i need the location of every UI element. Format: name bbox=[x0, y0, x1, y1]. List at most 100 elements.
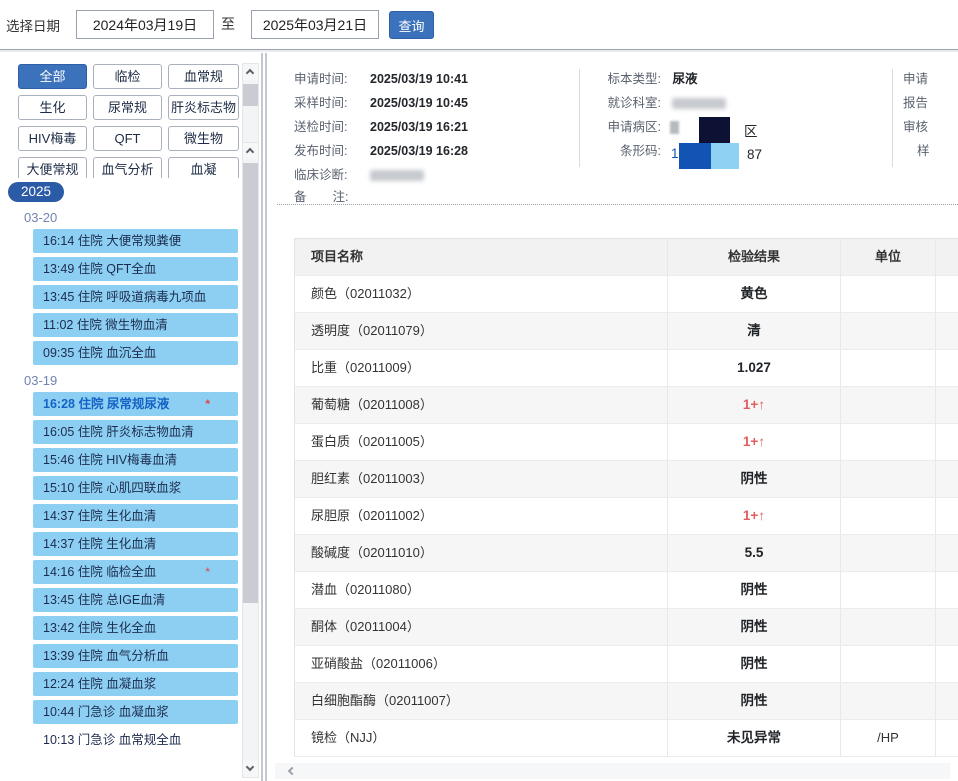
meta-divider-1 bbox=[579, 69, 580, 167]
table-row: 潜血（02011080）阴性 bbox=[295, 572, 958, 609]
date-range-label: 选择日期 bbox=[6, 15, 60, 35]
table-row: 酸碱度（02011010）5.5 bbox=[295, 535, 958, 572]
report-list-item[interactable]: 10:13 门急诊 血常规全血 bbox=[33, 728, 238, 752]
column-header-extra bbox=[935, 239, 958, 275]
table-row: 尿胆原（02011002）1+↑ bbox=[295, 498, 958, 535]
category-button[interactable]: 血常规 bbox=[168, 64, 239, 89]
unit-cell bbox=[840, 461, 935, 497]
scroll-left-icon[interactable] bbox=[288, 767, 296, 775]
lab-report-viewer: 选择日期 至 查询 全部临检血常规生化尿常规肝炎标志物HIV梅毒QFT微生物大便… bbox=[0, 0, 958, 781]
redaction-block-blue bbox=[679, 143, 711, 169]
sidebar: 全部临检血常规生化尿常规肝炎标志物 HIV梅毒QFT微生物大便常规血气分析血凝 2… bbox=[0, 53, 262, 781]
meta-row: 申请时间:2025/03/19 10:41 bbox=[294, 67, 579, 91]
report-meta-specimen: 标本类型: 尿液 就诊科室: 申请病区: 条形码: 区 1 87 bbox=[597, 67, 887, 163]
report-list-item[interactable]: 14:37 住院 生化血清 bbox=[33, 504, 238, 528]
report-list-item[interactable]: 16:28 住院 尿常规尿液* bbox=[33, 392, 238, 416]
redaction-block-lightblue bbox=[711, 143, 739, 169]
meta-label: 采样时间: bbox=[294, 91, 362, 115]
year-badge[interactable]: 2025 bbox=[8, 182, 64, 202]
scroll-down-icon[interactable] bbox=[243, 761, 258, 777]
scroll-up-icon[interactable] bbox=[243, 64, 258, 80]
date-list-scrollbar[interactable] bbox=[242, 142, 259, 778]
table-row: 蛋白质（02011005）1+↑ bbox=[295, 424, 958, 461]
result-cell: 未见异常 bbox=[667, 720, 840, 756]
query-button[interactable]: 查询 bbox=[389, 11, 434, 39]
report-date-tree: 2025 03-20 16:14 住院 大便常规粪便 13:49 住院 QFT全血 1… bbox=[0, 180, 240, 781]
category-button[interactable]: HIV梅毒 bbox=[18, 126, 87, 151]
table-row: 白细胞酯酶（02011007）阴性 bbox=[295, 683, 958, 720]
abnormal-star-icon: * bbox=[205, 392, 210, 416]
report-list-item[interactable]: 16:05 住院 肝炎标志物血清 bbox=[33, 420, 238, 444]
report-list-item[interactable]: 12:24 住院 血凝血浆 bbox=[33, 672, 238, 696]
unit-cell bbox=[840, 498, 935, 534]
meta-value: 2025/03/19 10:45 bbox=[370, 96, 468, 110]
report-list-item[interactable]: 15:10 住院 心肌四联血浆 bbox=[33, 476, 238, 500]
category-button[interactable]: 血凝 bbox=[168, 157, 239, 178]
report-list-item[interactable]: 13:45 住院 总IGE血清 bbox=[33, 588, 238, 612]
category-button[interactable]: 微生物 bbox=[168, 126, 239, 151]
result-cell: 清 bbox=[667, 313, 840, 349]
ward-value-suffix: 区 bbox=[744, 120, 758, 140]
unit-cell bbox=[840, 646, 935, 682]
meta-value: 2025/03/19 16:21 bbox=[370, 120, 468, 134]
date-list-scrollbar-thumb[interactable] bbox=[243, 163, 258, 603]
item-name-cell: 颜色（02011032） bbox=[295, 276, 667, 312]
category-button[interactable]: 生化 bbox=[18, 95, 87, 120]
report-list-item[interactable]: 09:35 住院 血沉全血 bbox=[33, 341, 238, 365]
report-list-item[interactable]: 10:44 门急诊 血凝血浆 bbox=[33, 700, 238, 724]
report-list-item[interactable]: 14:37 住院 生化血清 bbox=[33, 532, 238, 556]
category-button[interactable]: 血气分析 bbox=[93, 157, 162, 178]
result-cell: 阴性 bbox=[667, 683, 840, 719]
item-name-cell: 尿胆原（02011002） bbox=[295, 498, 667, 534]
horizontal-scrollbar[interactable] bbox=[275, 763, 950, 779]
category-button[interactable]: 尿常规 bbox=[93, 95, 162, 120]
extra-cell bbox=[935, 350, 958, 386]
table-row: 葡萄糖（02011008）1+↑ bbox=[295, 387, 958, 424]
date-from-input[interactable] bbox=[76, 10, 214, 39]
category-button[interactable]: 肝炎标志物 bbox=[168, 95, 239, 120]
report-list-item[interactable]: 14:16 住院 临检全血* bbox=[33, 560, 238, 584]
extra-cell bbox=[935, 646, 958, 682]
category-button[interactable]: QFT bbox=[93, 126, 162, 151]
extra-cell bbox=[935, 424, 958, 460]
category-button[interactable]: 临检 bbox=[93, 64, 162, 89]
extra-cell bbox=[935, 609, 958, 645]
category-button[interactable]: 大便常规 bbox=[18, 157, 87, 178]
item-name-cell: 酸碱度（02011010） bbox=[295, 535, 667, 571]
meta-row: 临床诊断: bbox=[294, 163, 579, 187]
result-cell: 黄色 bbox=[667, 276, 840, 312]
report-list-item[interactable]: 13:45 住院 呼吸道病毒九项血 bbox=[33, 285, 238, 309]
report-list-item[interactable]: 13:39 住院 血气分析血 bbox=[33, 644, 238, 668]
item-name-cell: 葡萄糖（02011008） bbox=[295, 387, 667, 423]
table-row: 亚硝酸盐（02011006）阴性 bbox=[295, 646, 958, 683]
meta-row: 送检时间:2025/03/19 16:21 bbox=[294, 115, 579, 139]
remark-label: 备注: bbox=[294, 190, 353, 204]
column-header-name: 项目名称 bbox=[295, 239, 667, 275]
category-scrollbar-thumb[interactable] bbox=[243, 84, 258, 106]
date-group-label[interactable]: 03-19 bbox=[24, 373, 240, 388]
meta-label-truncated: 申请 bbox=[903, 67, 958, 91]
extra-cell bbox=[935, 683, 958, 719]
barcode-value-prefix: 1 bbox=[671, 146, 679, 161]
report-list-item[interactable]: 15:46 住院 HIV梅毒血清 bbox=[33, 448, 238, 472]
meta-label: 发布时间: bbox=[294, 139, 362, 163]
report-list-item[interactable]: 13:42 住院 生化全血 bbox=[33, 616, 238, 640]
unit-cell bbox=[840, 683, 935, 719]
meta-row: 发布时间:2025/03/19 16:28 bbox=[294, 139, 579, 163]
report-list-item[interactable]: 13:49 住院 QFT全血 bbox=[33, 257, 238, 281]
date-to-input[interactable] bbox=[251, 10, 379, 39]
item-name-cell: 比重（02011009） bbox=[295, 350, 667, 386]
meta-divider-2 bbox=[892, 69, 893, 167]
report-list-item[interactable]: 16:14 住院 大便常规粪便 bbox=[33, 229, 238, 253]
date-group-label[interactable]: 03-20 bbox=[24, 210, 240, 225]
department-label: 就诊科室: bbox=[597, 91, 661, 115]
category-button[interactable]: 全部 bbox=[18, 64, 87, 89]
extra-cell bbox=[935, 461, 958, 497]
scroll-up-icon[interactable] bbox=[243, 143, 258, 159]
table-row: 胆红素（02011003）阴性 bbox=[295, 461, 958, 498]
table-row: 酮体（02011004）阴性 bbox=[295, 609, 958, 646]
department-redacted-value bbox=[672, 98, 726, 109]
report-meta-times: 申请时间:2025/03/19 10:41采样时间: 2025/03/19 10:… bbox=[294, 67, 579, 187]
report-list-item[interactable]: 11:02 住院 微生物血清 bbox=[33, 313, 238, 337]
item-name-cell: 镜检（NJJ） bbox=[295, 720, 667, 756]
